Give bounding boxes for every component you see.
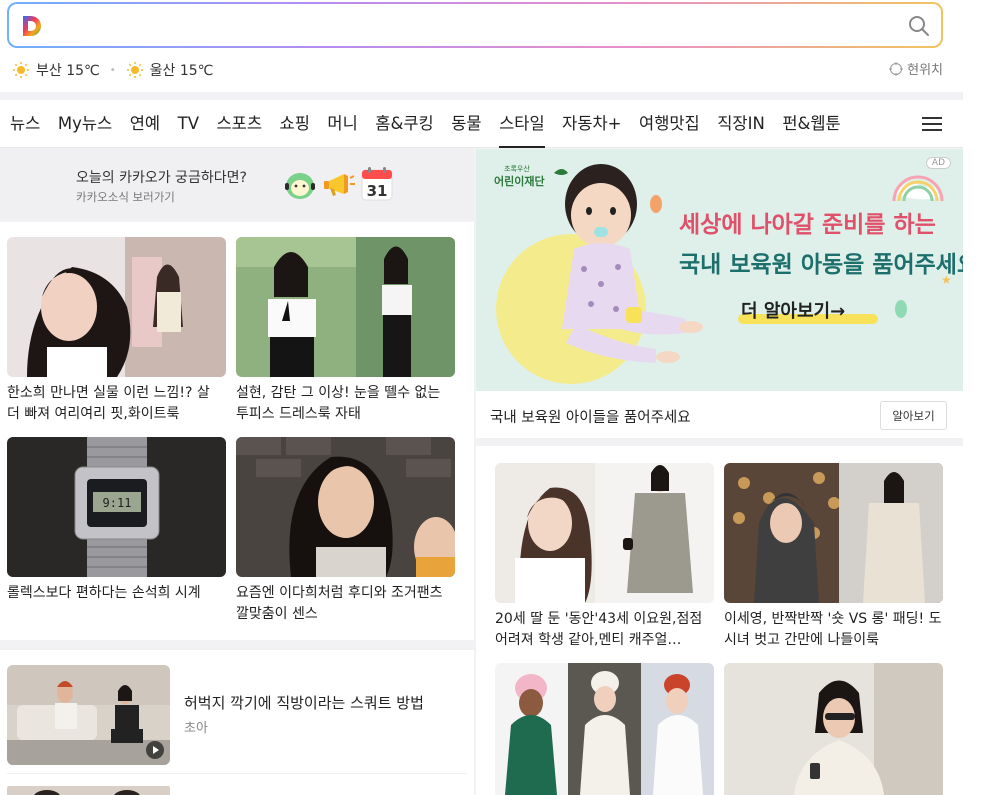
nav-tab[interactable]: 자동차+ [562, 100, 621, 148]
location-label: 현위치 [907, 63, 943, 78]
news-title[interactable]: 이세영, 반짝반짝 '숏 VS 롱' 패딩! 도시녀 벗고 간만에 나들이룩 [724, 609, 943, 651]
page: 부산 15℃ • 울산 15℃ 현위치 뉴스 My뉴스 연예 TV 스포츠 쇼핑… [0, 0, 963, 795]
video-source: 초아 [184, 721, 208, 736]
news-tile[interactable]: 한소희 만나면 실물 이런 느낌!? 살 더 빠져 여리여리 핏,화이트룩 [7, 237, 226, 425]
ad-badge: AD [925, 157, 951, 169]
news-tile[interactable]: 이세영, 반짝반짝 '숏 VS 롱' 패딩! 도시녀 벗고 간만에 나들이룩 [724, 463, 943, 651]
svg-text:9:11: 9:11 [103, 496, 132, 510]
news-tile[interactable]: 요즘엔 이다희처럼 후디와 조거팬츠 깔맞춤이 센스 [236, 437, 455, 625]
kakao-banner-icons: 31 [282, 166, 398, 202]
ad-learn-more-button[interactable]: 알아보기 [880, 401, 947, 430]
calendar-icon: 31 [361, 167, 393, 201]
weather-item[interactable]: 울산 15℃ [126, 60, 214, 80]
nav-tab[interactable]: 머니 [327, 100, 357, 148]
scrollbar-area[interactable] [963, 0, 1006, 795]
hamburger-menu-icon[interactable] [921, 114, 943, 134]
kakao-banner-subtitle: 카카오소식 보러가기 [76, 190, 175, 204]
nav-tab[interactable]: 동물 [451, 100, 481, 148]
news-tile[interactable]: 설현, 감탄 그 이상! 눈을 뗄수 없는 투피스 드레스룩 자태 [236, 237, 455, 425]
svg-text:어린이재단: 어린이재단 [494, 174, 545, 188]
nav-tab[interactable]: 스포츠 [217, 100, 263, 148]
nav-tab[interactable]: 여행맛집 [639, 100, 700, 148]
news-title[interactable]: 롤렉스보다 편하다는 손석희 시계 [7, 583, 226, 625]
news-thumbnail[interactable]: 9:11 [7, 437, 226, 577]
news-title[interactable]: 요즘엔 이다희처럼 후디와 조거팬츠 깔맞춤이 센스 [236, 583, 455, 625]
header: 부산 15℃ • 울산 15℃ 현위치 [0, 0, 963, 92]
calendar-day: 31 [367, 182, 388, 200]
nav-tab[interactable]: 뉴스 [10, 100, 40, 148]
sunny-icon [126, 62, 143, 78]
ad-cta: 더 알아보기→ [741, 301, 845, 322]
news-thumbnail[interactable] [7, 237, 226, 377]
megaphone-icon [324, 174, 355, 196]
nav-tab[interactable]: 펀&웹툰 [782, 100, 840, 148]
nav-tab[interactable]: 직장IN [717, 100, 765, 148]
news-thumbnail[interactable] [495, 463, 714, 603]
video-title[interactable]: 허벅지 깍기에 직방이라는 스쿼트 방법 [184, 692, 424, 713]
svg-text:초록우산: 초록우산 [504, 164, 530, 173]
nav-tab[interactable]: 쇼핑 [280, 100, 310, 148]
weather-text: 부산 15℃ [36, 63, 100, 79]
sunny-icon [13, 62, 29, 78]
search-icon[interactable] [907, 14, 931, 38]
play-icon[interactable] [146, 741, 164, 759]
kakao-banner-title: 오늘의 카카오가 궁금하다면? [76, 170, 247, 186]
nav-tab[interactable]: 스타일 [499, 100, 545, 148]
news-thumbnail[interactable] [236, 437, 455, 577]
news-title[interactable]: 설현, 감탄 그 이상! 눈을 뗄수 없는 투피스 드레스룩 자태 [236, 383, 455, 425]
ad-banner-image[interactable]: ★ 초록우산 어린이재단 세상에 나아갈 준비를 하는 국내 보육원 아동을 품… [476, 149, 963, 391]
video-thumbnail[interactable] [7, 783, 170, 795]
ad-headline-2: 국내 보육원 아동을 품어주세요 [679, 252, 963, 278]
style-news-grid: 한소희 만나면 실물 이런 느낌!? 살 더 빠져 여리여리 핏,화이트룩 설현… [0, 222, 474, 640]
news-tile[interactable]: 9:11 롤렉스보다 편하다는 손석희 시계 [7, 437, 226, 625]
nav-tab[interactable]: 연예 [130, 100, 160, 148]
style-news-grid-right: 20세 딸 둔 '동안'43세 이요원,점점 어려져 학생 같아,멘티 캐주얼… [476, 446, 963, 795]
news-title[interactable]: 20세 딸 둔 '동안'43세 이요원,점점 어려져 학생 같아,멘티 캐주얼… [495, 609, 714, 651]
nav-items: 뉴스 My뉴스 연예 TV 스포츠 쇼핑 머니 홈&쿠킹 동물 스타일 자동차+ 여행맛집 직장IN 펀&… [10, 100, 858, 148]
daum-logo-icon[interactable] [19, 13, 45, 39]
ad-headline-1: 세상에 나아갈 준비를 하는 [679, 212, 936, 238]
news-tile[interactable] [495, 663, 714, 795]
news-thumbnail[interactable] [236, 237, 455, 377]
video-thumbnail[interactable] [7, 665, 170, 765]
nav-tab[interactable]: TV [178, 100, 199, 148]
weather-bar: 부산 15℃ • 울산 15℃ [12, 59, 223, 81]
crosshair-icon [889, 61, 904, 76]
kakao-character-icon [285, 173, 315, 199]
news-thumbnail[interactable] [724, 463, 943, 603]
kakao-banner[interactable]: 오늘의 카카오가 궁금하다면? 카카오소식 보러가기 31 [0, 149, 474, 221]
video-list: 허벅지 깍기에 직방이라는 스쿼트 방법 초아 [0, 650, 474, 795]
news-tile[interactable] [724, 663, 943, 795]
ad-card[interactable]: ★ 초록우산 어린이재단 세상에 나아갈 준비를 하는 국내 보육원 아동을 품… [476, 149, 963, 438]
ad-caption[interactable]: 국내 보육원 아이들을 품어주세요 [490, 406, 691, 427]
search-input[interactable] [7, 2, 943, 48]
weather-item[interactable]: 부산 15℃ [12, 60, 100, 80]
location-button[interactable]: 현위치 [889, 59, 943, 78]
nav-tab[interactable]: 홈&쿠킹 [375, 100, 433, 148]
news-thumbnail[interactable] [724, 663, 943, 795]
separator-dot: • [109, 64, 116, 76]
news-tile[interactable]: 20세 딸 둔 '동안'43세 이요원,점점 어려져 학생 같아,멘티 캐주얼… [495, 463, 714, 651]
nav-tab[interactable]: My뉴스 [58, 100, 112, 148]
divider [7, 773, 467, 774]
news-thumbnail[interactable] [495, 663, 714, 795]
category-nav: 뉴스 My뉴스 연예 TV 스포츠 쇼핑 머니 홈&쿠킹 동물 스타일 자동차+ 여행맛집 직장IN 펀&… [0, 100, 963, 148]
weather-text: 울산 15℃ [149, 63, 214, 79]
news-title[interactable]: 한소희 만나면 실물 이런 느낌!? 살 더 빠져 여리여리 핏,화이트룩 [7, 383, 226, 425]
